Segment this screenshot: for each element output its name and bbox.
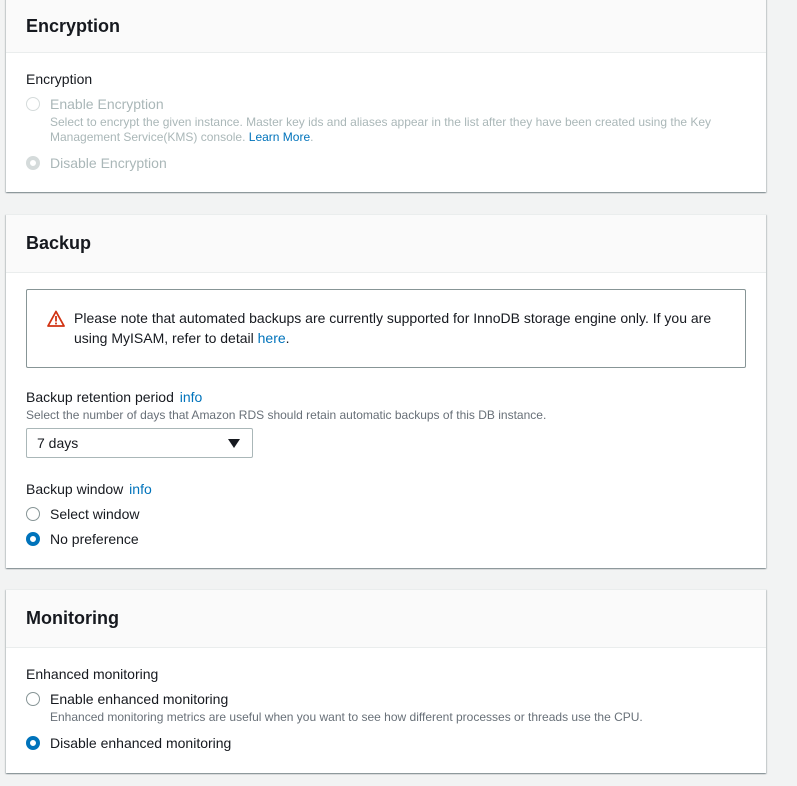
encryption-header: Encryption xyxy=(6,0,766,53)
select-window-radio[interactable] xyxy=(26,507,40,521)
enable-encryption-description: Select to encrypt the given instance. Ma… xyxy=(50,115,740,145)
retention-description: Select the number of days that Amazon RD… xyxy=(26,408,547,422)
backup-warning-message: Please note that automated backups are c… xyxy=(74,310,712,346)
retention-label-row: Backup retention period info xyxy=(26,388,746,406)
enable-monitoring-description: Enhanced monitoring metrics are useful w… xyxy=(50,710,643,724)
disable-encryption-label: Disable Encryption xyxy=(50,155,167,171)
disable-encryption-radio[interactable] xyxy=(26,156,40,170)
retention-selected-value: 7 days xyxy=(37,435,79,451)
no-preference-label: No preference xyxy=(50,531,139,547)
backup-warning-alert: Please note that automated backups are c… xyxy=(26,289,746,368)
no-preference-option[interactable]: No preference xyxy=(26,530,746,548)
retention-period-select[interactable]: 7 days xyxy=(26,428,253,458)
caret-down-icon xyxy=(228,438,240,448)
backup-title: Backup xyxy=(26,233,92,253)
disable-encryption-text: Disable Encryption xyxy=(50,154,167,172)
backup-window-label-row: Backup window info xyxy=(26,480,746,498)
disable-encryption-option[interactable]: Disable Encryption xyxy=(26,154,746,172)
monitoring-title: Monitoring xyxy=(26,608,119,628)
backup-detail-link[interactable]: here xyxy=(258,330,286,346)
monitoring-panel: Monitoring Enhanced monitoring Enable en… xyxy=(6,589,766,773)
learn-more-link[interactable]: Learn More xyxy=(249,130,310,144)
encryption-panel: Encryption Encryption Enable Encryption … xyxy=(6,0,766,192)
monitoring-header: Monitoring xyxy=(6,590,766,648)
disable-monitoring-text: Disable enhanced monitoring xyxy=(50,734,231,752)
encryption-body: Encryption Enable Encryption Select to e… xyxy=(6,53,766,172)
backup-window-info-link[interactable]: info xyxy=(129,481,152,497)
enable-encryption-label: Enable Encryption xyxy=(50,96,164,112)
backup-header: Backup xyxy=(6,215,766,273)
enable-encryption-desc-text: Select to encrypt the given instance. Ma… xyxy=(50,115,712,144)
no-preference-radio[interactable] xyxy=(26,532,40,546)
no-preference-text: No preference xyxy=(50,530,139,548)
warning-icon xyxy=(47,310,65,327)
enable-encryption-radio[interactable] xyxy=(26,97,40,111)
enable-monitoring-radio[interactable] xyxy=(26,692,40,706)
select-window-text: Select window xyxy=(50,505,140,523)
backup-body: Please note that automated backups are c… xyxy=(6,273,766,548)
encryption-title: Encryption xyxy=(26,16,121,36)
enable-monitoring-label: Enable enhanced monitoring xyxy=(50,691,229,707)
enable-encryption-text: Enable Encryption Select to encrypt the … xyxy=(50,95,740,145)
learn-more-suffix: . xyxy=(310,130,314,144)
backup-panel: Backup Please note that automated backup… xyxy=(6,214,766,568)
select-window-option[interactable]: Select window xyxy=(26,505,746,523)
disable-monitoring-label: Disable enhanced monitoring xyxy=(50,735,232,751)
encryption-field-label: Encryption xyxy=(26,71,93,87)
backup-window-field: Backup window info Select window No pref… xyxy=(26,480,746,548)
retention-label: Backup retention period xyxy=(26,389,174,405)
backup-warning-text: Please note that automated backups are c… xyxy=(74,308,725,348)
backup-warning-suffix: . xyxy=(285,330,290,346)
enable-monitoring-text: Enable enhanced monitoring Enhanced moni… xyxy=(50,690,643,725)
disable-monitoring-option[interactable]: Disable enhanced monitoring xyxy=(26,734,746,752)
backup-window-label: Backup window xyxy=(26,481,124,497)
monitoring-body: Enhanced monitoring Enable enhanced moni… xyxy=(6,648,766,752)
enable-encryption-option[interactable]: Enable Encryption Select to encrypt the … xyxy=(26,95,746,145)
monitoring-field-label: Enhanced monitoring xyxy=(26,666,159,682)
disable-monitoring-radio[interactable] xyxy=(26,736,40,750)
retention-field: Backup retention period info Select the … xyxy=(26,388,746,458)
select-window-label: Select window xyxy=(50,506,140,522)
retention-info-link[interactable]: info xyxy=(180,389,203,405)
enable-monitoring-option[interactable]: Enable enhanced monitoring Enhanced moni… xyxy=(26,690,746,725)
